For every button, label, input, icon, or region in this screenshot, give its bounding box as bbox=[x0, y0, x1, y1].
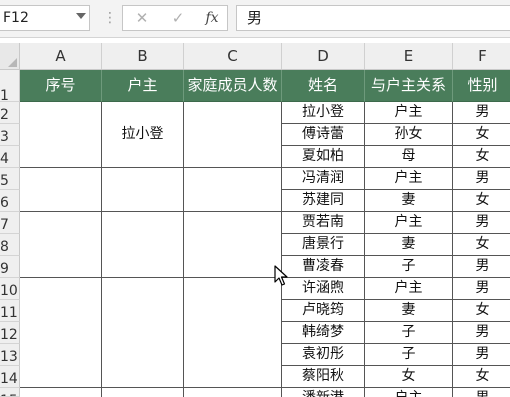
cell-gender[interactable]: 男 bbox=[453, 102, 510, 124]
cell-name[interactable]: 夏如柏 bbox=[282, 146, 365, 168]
cell-name[interactable]: 袁初彤 bbox=[282, 344, 365, 366]
cell-relation[interactable]: 户主 bbox=[365, 388, 453, 397]
cell-gender[interactable]: 男 bbox=[453, 212, 510, 234]
cell-name[interactable]: 傅诗蕾 bbox=[282, 124, 365, 146]
merged-cell-member-count[interactable] bbox=[184, 388, 282, 397]
merged-cell-head[interactable] bbox=[102, 212, 184, 278]
column-header-a[interactable]: A bbox=[20, 43, 102, 69]
merged-cell-index[interactable] bbox=[20, 278, 102, 388]
formula-bar-buttons: ✕ ✓ fx bbox=[122, 5, 228, 31]
enter-check-icon[interactable]: ✓ bbox=[163, 6, 193, 30]
row-header-7[interactable]: 7 bbox=[0, 212, 20, 234]
cell-gender[interactable]: 男 bbox=[453, 168, 510, 190]
cell-name[interactable]: 许涵煦 bbox=[282, 278, 365, 300]
merged-cell-head[interactable]: 拉小登 bbox=[102, 102, 184, 168]
column-header-b[interactable]: B bbox=[102, 43, 184, 69]
row-header-2[interactable]: 2 bbox=[0, 102, 20, 124]
cell-relation[interactable]: 户主 bbox=[365, 168, 453, 190]
cell-relation[interactable]: 户主 bbox=[365, 212, 453, 234]
row-header-11[interactable]: 11 bbox=[0, 300, 20, 322]
row-header-8[interactable]: 8 bbox=[0, 234, 20, 256]
formula-bar: F12 ⋮ ✕ ✓ fx 男 bbox=[0, 0, 510, 38]
row-header-12[interactable]: 12 bbox=[0, 322, 20, 344]
header-cell-index[interactable]: 序号 bbox=[20, 70, 102, 102]
cell-gender[interactable]: 女 bbox=[453, 146, 510, 168]
row-header-1[interactable]: 1 bbox=[0, 70, 20, 102]
cell-gender[interactable]: 男 bbox=[453, 344, 510, 366]
column-header-c[interactable]: C bbox=[184, 43, 282, 69]
formula-input[interactable]: 男 bbox=[236, 5, 510, 31]
row-header-10[interactable]: 10 bbox=[0, 278, 20, 300]
row-header-3[interactable]: 3 bbox=[0, 124, 20, 146]
cell-name[interactable]: 贾若南 bbox=[282, 212, 365, 234]
header-cell-gender[interactable]: 性别 bbox=[453, 70, 510, 102]
header-cell-member-count[interactable]: 家庭成员人数 bbox=[184, 70, 282, 102]
column-header-row: A B C D E F bbox=[0, 43, 510, 70]
row-header-4[interactable]: 4 bbox=[0, 146, 20, 168]
cell-relation[interactable]: 妻 bbox=[365, 190, 453, 212]
cell-relation[interactable]: 女 bbox=[365, 366, 453, 388]
cell-name[interactable]: 韩绮梦 bbox=[282, 322, 365, 344]
cell-name[interactable]: 唐景行 bbox=[282, 234, 365, 256]
merged-cell-head[interactable] bbox=[102, 168, 184, 212]
cell-relation[interactable]: 子 bbox=[365, 256, 453, 278]
cell-relation[interactable]: 妻 bbox=[365, 300, 453, 322]
header-cell-relation[interactable]: 与户主关系 bbox=[365, 70, 453, 102]
cell-gender[interactable]: 男 bbox=[453, 278, 510, 300]
select-all-triangle-icon bbox=[8, 58, 17, 67]
name-box-dropdown-icon[interactable] bbox=[76, 13, 86, 19]
row-header-9[interactable]: 9 bbox=[0, 256, 20, 278]
cell-gender[interactable]: 女 bbox=[453, 234, 510, 256]
merged-cell-member-count[interactable] bbox=[184, 278, 282, 388]
cell-name[interactable]: 卢晓筠 bbox=[282, 300, 365, 322]
header-cell-head[interactable]: 户主 bbox=[102, 70, 184, 102]
cell-gender[interactable]: 女 bbox=[453, 124, 510, 146]
cell-name[interactable]: 拉小登 bbox=[282, 102, 365, 124]
row-header-13[interactable]: 13 bbox=[0, 344, 20, 366]
formula-bar-grip-icon[interactable]: ⋮ bbox=[103, 8, 117, 28]
cell-name[interactable]: 曹凌春 bbox=[282, 256, 365, 278]
merged-cell-index[interactable] bbox=[20, 102, 102, 168]
cell-relation[interactable]: 户主 bbox=[365, 278, 453, 300]
cell-relation[interactable]: 子 bbox=[365, 344, 453, 366]
merged-cell-head[interactable] bbox=[102, 278, 184, 388]
row-header-6[interactable]: 6 bbox=[0, 190, 20, 212]
merged-cell-member-count[interactable] bbox=[184, 102, 282, 168]
merged-cell-member-count[interactable] bbox=[184, 212, 282, 278]
merged-cell-index[interactable] bbox=[20, 388, 102, 397]
merged-cell-index[interactable] bbox=[20, 212, 102, 278]
cell-relation[interactable]: 户主 bbox=[365, 102, 453, 124]
mouse-cursor-icon bbox=[274, 265, 288, 286]
column-header-e[interactable]: E bbox=[365, 43, 453, 69]
cell-gender[interactable]: 男 bbox=[453, 322, 510, 344]
cancel-icon[interactable]: ✕ bbox=[127, 6, 157, 30]
cell-gender[interactable]: 女 bbox=[453, 300, 510, 322]
row-header-5[interactable]: 5 bbox=[0, 168, 20, 190]
merged-cell-member-count[interactable] bbox=[184, 168, 282, 212]
cell-name[interactable]: 潘新港 bbox=[282, 388, 365, 397]
row-header-15[interactable]: 15 bbox=[0, 388, 20, 397]
row-header-14[interactable]: 14 bbox=[0, 366, 20, 388]
cell-gender[interactable]: 男 bbox=[453, 388, 510, 397]
cell-relation[interactable]: 子 bbox=[365, 322, 453, 344]
merged-cell-head[interactable] bbox=[102, 388, 184, 397]
cell-name[interactable]: 冯清润 bbox=[282, 168, 365, 190]
cell-gender[interactable]: 男 bbox=[453, 256, 510, 278]
cell-name[interactable]: 蔡阳秋 bbox=[282, 366, 365, 388]
insert-function-button[interactable]: fx bbox=[197, 6, 227, 30]
select-all-button[interactable] bbox=[0, 43, 20, 69]
cell-relation[interactable]: 妻 bbox=[365, 234, 453, 256]
cell-relation[interactable]: 母 bbox=[365, 146, 453, 168]
cell-gender[interactable]: 女 bbox=[453, 366, 510, 388]
header-cell-name[interactable]: 姓名 bbox=[282, 70, 365, 102]
merged-cell-index[interactable] bbox=[20, 168, 102, 212]
cell-name[interactable]: 苏建同 bbox=[282, 190, 365, 212]
cell-gender[interactable]: 女 bbox=[453, 190, 510, 212]
cell-relation[interactable]: 孙女 bbox=[365, 124, 453, 146]
column-header-d[interactable]: D bbox=[282, 43, 365, 69]
column-header-f[interactable]: F bbox=[453, 43, 510, 69]
